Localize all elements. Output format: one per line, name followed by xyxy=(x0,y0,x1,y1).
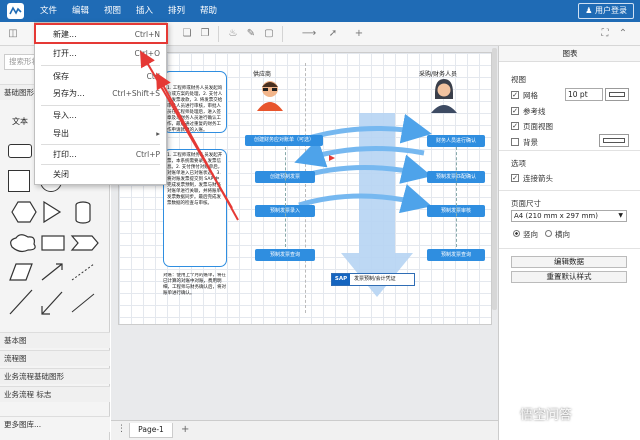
open-label: 打开... xyxy=(53,49,77,58)
chevron-down-icon: ▼ xyxy=(618,212,623,219)
portrait-radio[interactable] xyxy=(513,230,520,237)
login-button[interactable]: ♟ 用户登录 xyxy=(578,3,634,19)
grid-size-input[interactable]: 10 pt xyxy=(565,88,603,101)
sap-logo: SAP xyxy=(332,274,350,285)
guides-label: 参考线 xyxy=(523,107,546,116)
print-label: 打印... xyxy=(53,150,77,159)
close-label: 关闭 xyxy=(53,170,69,179)
menu-view[interactable]: 视图 xyxy=(104,0,121,22)
page-size-header: 页面尺寸 xyxy=(511,199,541,208)
sap-box[interactable]: SAP 发票预制/会计凭证 xyxy=(331,273,415,286)
annotation-arrows xyxy=(139,50,239,221)
more-libraries-link[interactable]: 更多图库... xyxy=(0,416,110,432)
page-size-select[interactable]: A4 (210 mm x 297 mm) ▼ xyxy=(511,210,627,222)
note-3-text: 对账：使用上个月的账单，将在已计算的对账中对账，费用明细，工程师与财务确认后，将… xyxy=(163,273,226,296)
background-label: 背景 xyxy=(523,138,538,147)
to-front-icon[interactable]: ❏ xyxy=(180,27,194,41)
page-view-checkbox[interactable]: ✓ xyxy=(511,122,519,130)
guides-checkbox[interactable]: ✓ xyxy=(511,107,519,115)
edit-data-button[interactable]: 编辑数据 xyxy=(511,256,627,268)
app-logo-icon xyxy=(7,3,24,19)
waypoint-style-icon[interactable]: ➚ xyxy=(322,27,344,41)
connection-arrows-label: 连接箭头 xyxy=(523,174,553,183)
sap-label: 发票预制/会计凭证 xyxy=(354,276,396,282)
right-step-1[interactable]: 财务人员进行确认 xyxy=(427,135,485,147)
collapse-icon[interactable]: ⌃ xyxy=(616,27,630,41)
view-header: 视图 xyxy=(511,75,526,84)
menu-bar: 文件 编辑 视图 插入 排列 帮助 ♟ 用户登录 xyxy=(0,0,640,22)
left-step-1[interactable]: 创建财务应对账单（可选） xyxy=(245,135,323,146)
text-shape[interactable]: 文本 xyxy=(12,116,28,127)
shadow-icon[interactable]: ▢ xyxy=(262,27,276,41)
section-divider xyxy=(499,248,640,249)
shape-row-icon[interactable] xyxy=(8,200,108,228)
menu-edit[interactable]: 编辑 xyxy=(72,0,89,22)
page-size-value: A4 (210 mm x 297 mm) xyxy=(514,212,598,220)
landscape-label: 横向 xyxy=(555,230,570,239)
to-back-icon[interactable]: ❐ xyxy=(198,27,212,41)
page-view-label: 页面视图 xyxy=(523,122,553,131)
right-flow-connector xyxy=(456,147,457,247)
grid-checkbox[interactable]: ✓ xyxy=(511,91,519,99)
reset-style-button[interactable]: 重置默认样式 xyxy=(511,271,627,283)
line-color-icon[interactable]: ✎ xyxy=(244,27,258,41)
menu-arrange[interactable]: 排列 xyxy=(168,0,185,22)
menu-file[interactable]: 文件 xyxy=(40,0,57,22)
left-step-4[interactable]: 预制发票查询 xyxy=(255,249,315,261)
right-step-4[interactable]: 预制发票查询 xyxy=(427,249,485,261)
category-business-marks[interactable]: 业务流程 标志 xyxy=(0,386,110,402)
user-icon: ♟ xyxy=(585,6,593,15)
grid-label: 网格 xyxy=(523,91,538,100)
toolbar-divider xyxy=(282,26,283,42)
menu-help[interactable]: 帮助 xyxy=(200,0,217,22)
lines-row-icon[interactable] xyxy=(6,260,106,320)
export-label: 导出 xyxy=(53,129,69,138)
purchaser-label: 采购/财务人员 xyxy=(419,71,458,78)
connector-style-icon[interactable]: ⟶ xyxy=(298,27,320,41)
connection-arrows-checkbox[interactable]: ✓ xyxy=(511,174,519,182)
vertical-scrollbar[interactable] xyxy=(492,48,497,310)
watermark-text: 悟空问答 xyxy=(520,408,573,423)
supplier-label: 供应商 xyxy=(253,71,272,78)
section-divider xyxy=(499,190,640,191)
page-tab[interactable]: Page-1 xyxy=(129,423,173,438)
rounded-rect-shape[interactable] xyxy=(8,144,32,158)
supplier-avatar-icon xyxy=(257,81,283,111)
left-flow-connector xyxy=(285,147,286,247)
category-business-basic[interactable]: 业务流程基础图形 xyxy=(0,368,110,384)
panel-title: 图表 xyxy=(499,46,640,62)
square-shape[interactable] xyxy=(8,170,30,192)
format-panel: 图表 视图 ✓ 网格 10 pt ✓ 参考线 ✓ 页面视图 背景 选项 ✓ 连接… xyxy=(498,46,640,440)
import-label: 导入... xyxy=(53,111,77,120)
portrait-label: 竖向 xyxy=(523,230,538,239)
background-color-button[interactable] xyxy=(599,134,629,147)
menu-insert[interactable]: 插入 xyxy=(136,0,153,22)
grid-color-button[interactable] xyxy=(605,88,629,101)
fill-color-icon[interactable]: ♨ xyxy=(226,27,240,41)
purchaser-avatar-icon xyxy=(431,79,457,113)
category-flowchart[interactable]: 流程图 xyxy=(0,350,110,366)
add-page-icon[interactable]: + xyxy=(181,424,189,436)
shape-row2-icon[interactable] xyxy=(6,232,106,256)
landscape-radio[interactable] xyxy=(545,230,552,237)
save-label: 保存 xyxy=(53,72,69,81)
page-tab-bar: ⋮ Page-1 + xyxy=(111,420,498,440)
fullscreen-icon[interactable]: ⛶ xyxy=(598,27,612,41)
options-header: 选项 xyxy=(511,159,526,168)
login-label: 用户登录 xyxy=(595,6,627,15)
sidebar-toggle-icon[interactable]: ◫ xyxy=(6,27,20,41)
category-basic[interactable]: 基本图 xyxy=(0,332,110,348)
save-as-label: 另存为... xyxy=(53,89,85,98)
add-icon[interactable]: + xyxy=(350,27,368,41)
page-menu-icon[interactable]: ⋮ xyxy=(117,424,126,434)
section-divider xyxy=(499,150,640,151)
background-checkbox[interactable] xyxy=(511,138,519,146)
